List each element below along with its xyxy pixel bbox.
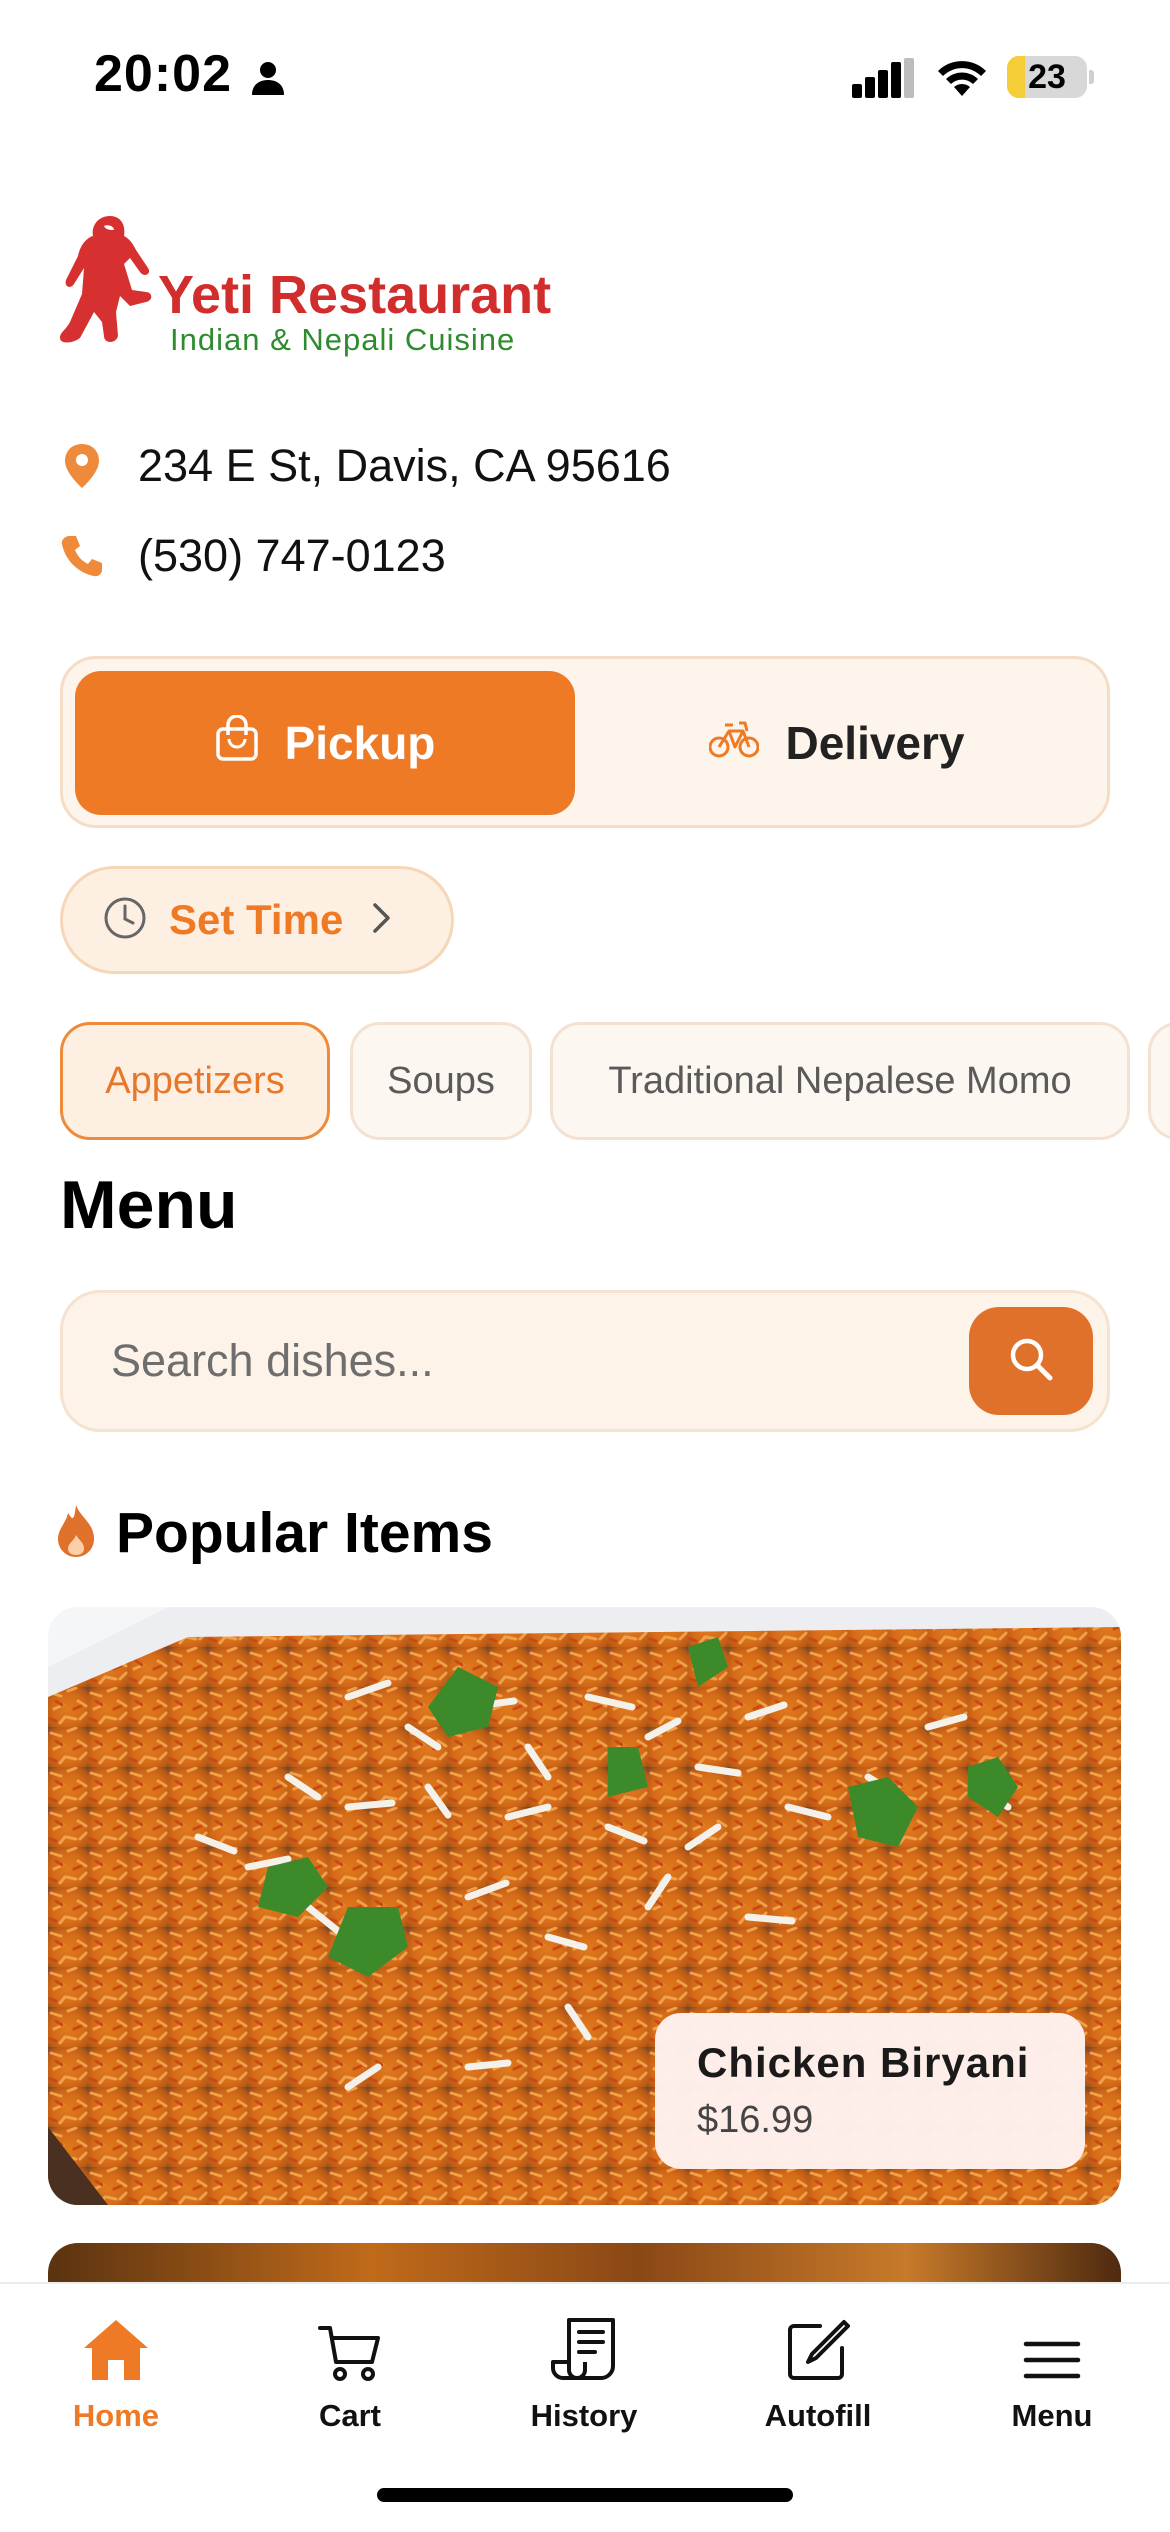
status-bar: 20:02 23 [0, 0, 1170, 150]
tab-autofill[interactable]: Autofill [718, 2302, 918, 2452]
delivery-button[interactable]: Delivery [577, 671, 1097, 815]
order-mode-toggle: Pickup Delivery [60, 656, 1110, 828]
receipt-icon [551, 2302, 617, 2382]
delivery-label: Delivery [785, 717, 965, 769]
cart-icon [318, 2302, 382, 2382]
search-bar [60, 1290, 1110, 1432]
tab-home[interactable]: Home [16, 2302, 216, 2452]
person-icon [250, 60, 286, 101]
phone-text: (530) 747-0123 [138, 530, 446, 581]
pickup-button[interactable]: Pickup [75, 671, 575, 815]
search-button[interactable] [969, 1307, 1093, 1415]
hamburger-icon [1022, 2302, 1082, 2382]
tab-label: Cart [318, 2398, 381, 2433]
chip-next-partial[interactable] [1148, 1022, 1170, 1140]
popular-item-card[interactable]: Chicken Biryani $16.99 [48, 1607, 1121, 2205]
status-time: 20:02 [94, 45, 232, 103]
tab-label: Home [72, 2398, 160, 2433]
clock-icon [103, 896, 147, 945]
battery-level: 23 [1028, 58, 1066, 96]
restaurant-logo: Yeti Restaurant Indian & Nepali Cuisine [58, 210, 618, 360]
phone-row[interactable]: (530) 747-0123 [60, 526, 446, 586]
tab-label: History [530, 2398, 638, 2433]
home-indicator [377, 2488, 793, 2502]
set-time-label: Set Time [169, 896, 344, 943]
item-info-tag: Chicken Biryani $16.99 [655, 2013, 1085, 2169]
chip-label: Soups [387, 1059, 495, 1102]
yeti-mascot-icon [58, 210, 168, 355]
popular-items-title: Popular Items [116, 1501, 493, 1565]
bicycle-icon [708, 716, 785, 770]
chip-label: Appetizers [105, 1059, 285, 1102]
shopping-bag-icon [215, 713, 285, 772]
wifi-icon [935, 56, 989, 103]
popular-items-header: Popular Items [56, 1500, 493, 1566]
category-chips: Appetizers Soups Traditional Nepalese Mo… [60, 1022, 1170, 1142]
phone-icon [60, 534, 104, 578]
tab-label: Autofill [764, 2398, 872, 2433]
menu-title: Menu [60, 1167, 238, 1243]
search-icon [1008, 1336, 1054, 1387]
search-input[interactable] [111, 1293, 971, 1429]
tab-label: Menu [1011, 2398, 1093, 2433]
location-pin-icon [60, 444, 104, 488]
chip-traditional-nepalese-momo[interactable]: Traditional Nepalese Momo [550, 1022, 1130, 1140]
brand-name: Yeti Restaurant [158, 265, 552, 325]
home-icon [82, 2302, 150, 2382]
item-name: Chicken Biryani [697, 2039, 1030, 2086]
tab-menu[interactable]: Menu [952, 2302, 1152, 2452]
chevron-right-icon [371, 901, 393, 940]
battery-icon: 23 [1007, 56, 1094, 98]
edit-icon [786, 2302, 850, 2382]
set-time-button[interactable]: Set Time [60, 866, 454, 974]
pickup-label: Pickup [284, 717, 436, 769]
address-row[interactable]: 234 E St, Davis, CA 95616 [60, 436, 671, 496]
item-price: $16.99 [697, 2099, 814, 2141]
signal-icon [852, 58, 914, 103]
chip-label: Traditional Nepalese Momo [608, 1059, 1072, 1102]
flame-icon [56, 1504, 96, 1562]
tab-cart[interactable]: Cart [250, 2302, 450, 2452]
chip-appetizers[interactable]: Appetizers [60, 1022, 330, 1140]
chip-soups[interactable]: Soups [350, 1022, 532, 1140]
tab-history[interactable]: History [484, 2302, 684, 2452]
brand-tagline: Indian & Nepali Cuisine [170, 322, 516, 357]
address-text: 234 E St, Davis, CA 95616 [138, 440, 671, 491]
